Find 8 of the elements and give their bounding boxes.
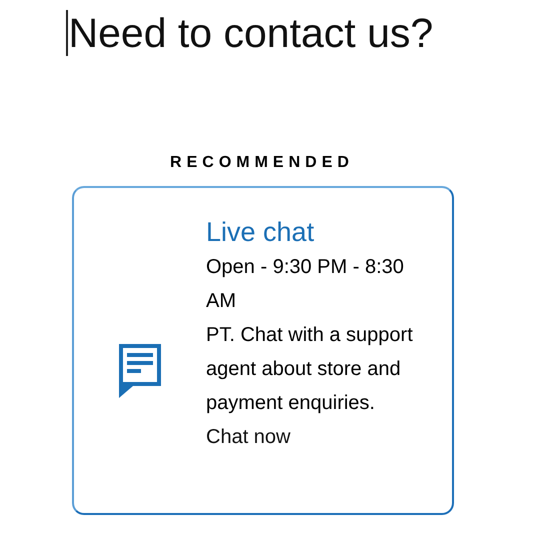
page-heading: Need to contact us?	[68, 10, 434, 56]
chat-now-link[interactable]: Chat now	[206, 420, 290, 454]
chat-icon	[119, 344, 161, 398]
section-label: RECOMMENDED	[169, 154, 355, 172]
text-cursor	[66, 10, 68, 56]
card-description: PT. Chat with a support agent about store and payment enquiries.	[206, 323, 414, 416]
opening-hours: Open - 9:30 PM - 8:30 AM	[206, 255, 405, 314]
card-title: Live chat	[206, 216, 316, 249]
